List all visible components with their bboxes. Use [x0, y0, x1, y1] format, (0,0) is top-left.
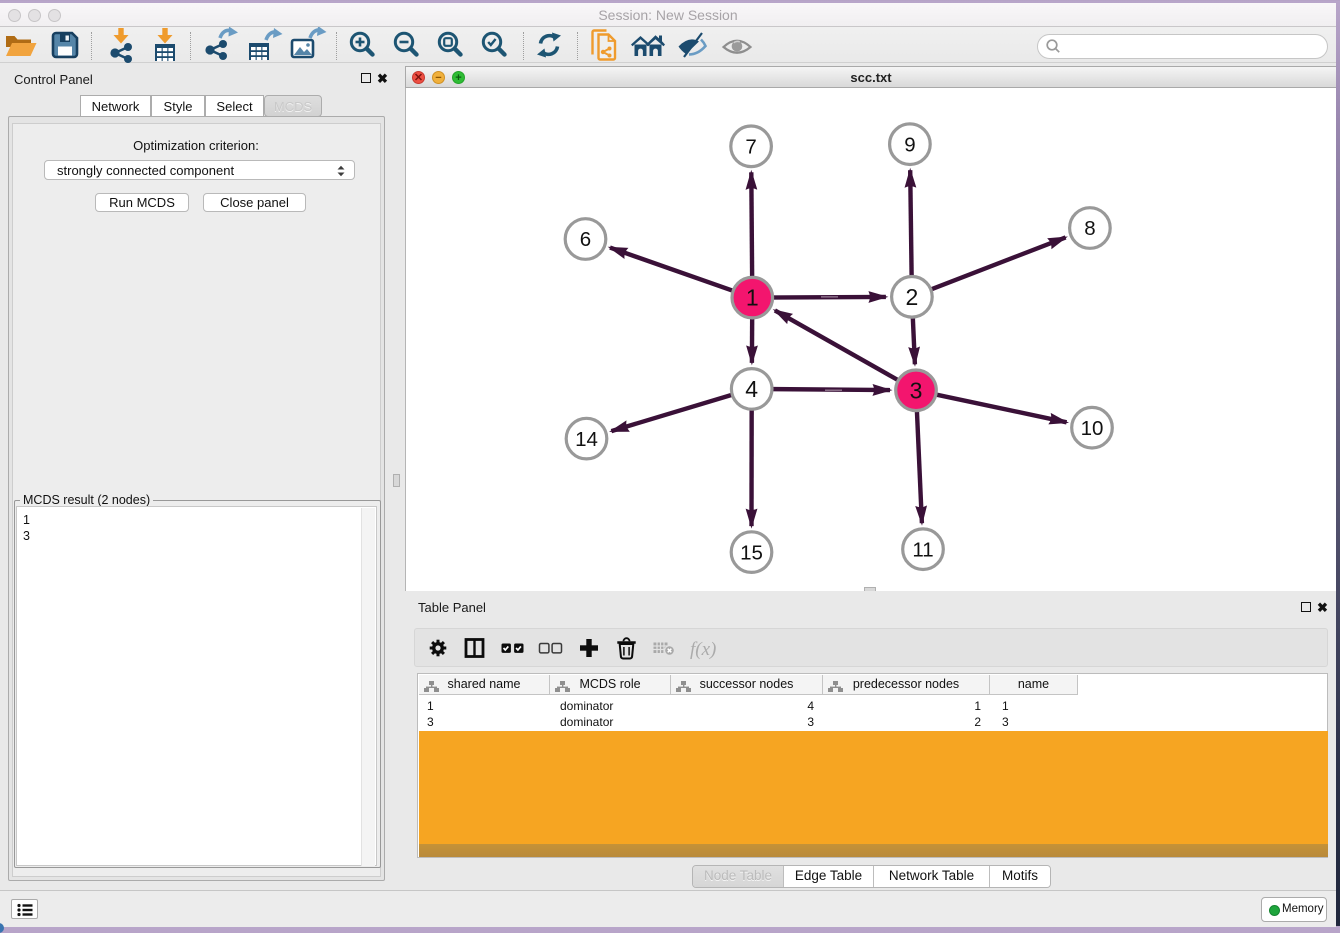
svg-text:14: 14	[575, 428, 598, 451]
svg-text:7: 7	[745, 136, 756, 159]
svg-text:15: 15	[740, 541, 763, 564]
svg-text:9: 9	[904, 133, 915, 156]
svg-text:4: 4	[745, 376, 758, 402]
svg-text:2: 2	[906, 284, 919, 310]
svg-text:8: 8	[1084, 217, 1095, 240]
svg-text:11: 11	[912, 538, 933, 561]
svg-text:10: 10	[1081, 417, 1104, 440]
svg-text:1: 1	[746, 285, 759, 311]
svg-text:6: 6	[580, 228, 591, 251]
svg-text:3: 3	[910, 377, 923, 403]
svg-text:f(x): f(x)	[690, 639, 716, 660]
